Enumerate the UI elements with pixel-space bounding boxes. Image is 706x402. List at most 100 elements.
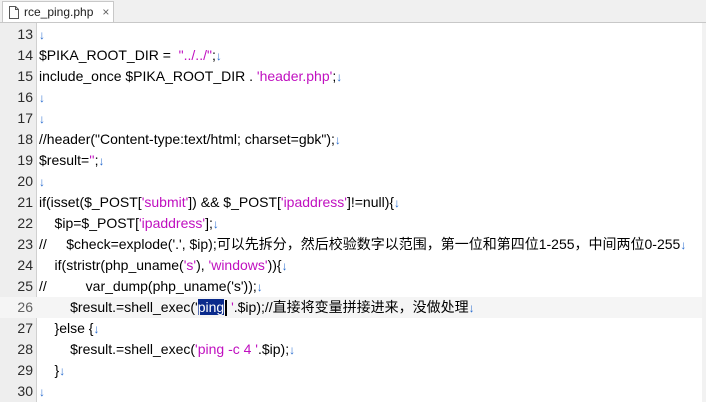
- code-token: include_once $PIKA_ROOT_DIR .: [39, 67, 257, 84]
- code-line[interactable]: 21 if(isset($_POST['submit']) && $_POST['…: [0, 192, 706, 213]
- code-line[interactable]: 19 $result='';↓: [0, 150, 706, 171]
- line-number: 23: [17, 236, 33, 252]
- code-line[interactable]: 23 // $check=explode('.', $ip);可以先拆分，然后校验…: [0, 234, 706, 255]
- code-line[interactable]: 25 // var_dump(php_uname('s'));↓: [0, 276, 706, 297]
- file-icon: [9, 5, 19, 19]
- code-line[interactable]: 29 }↓: [0, 360, 706, 381]
- code-text: ↓: [39, 24, 45, 46]
- code-token: 'ping -c 4 ': [195, 340, 258, 357]
- eol-marker-icon: ↓: [215, 48, 222, 63]
- code-line[interactable]: 24 if(stristr(php_uname('s'), 'windows')…: [0, 255, 706, 276]
- line-number: 24: [17, 257, 33, 273]
- code-text: $result.=shell_exec('ping -c 4 '.$ip);↓: [39, 339, 295, 361]
- code-token: // $check=explode('.', $ip);可以先拆分，然后校验数字…: [39, 235, 681, 252]
- code-text: if(isset($_POST['submit']) && $_POST['ip…: [39, 192, 400, 214]
- code-text: }↓: [39, 360, 66, 382]
- code-line[interactable]: 14 $PIKA_ROOT_DIR = "../../";↓: [0, 45, 706, 66]
- eol-marker-icon: ↓: [39, 90, 45, 105]
- code-token: 'ipaddress': [139, 214, 206, 231]
- eol-marker-icon: ↓: [289, 342, 296, 357]
- code-token: 's': [183, 256, 197, 273]
- code-token: $result.=shell_exec(: [39, 340, 196, 357]
- eol-marker-icon: ↓: [39, 174, 45, 189]
- code-line[interactable]: 27 }else {↓: [0, 318, 706, 339]
- code-token: 'submit': [141, 193, 189, 210]
- code-token: .$ip);//直接将变量拼接进来，没做处理: [233, 298, 469, 315]
- line-number: 27: [17, 320, 33, 336]
- line-number: 17: [17, 110, 33, 126]
- code-line[interactable]: 17 ↓: [0, 108, 706, 129]
- code-text: $ip=$_POST['ipaddress'];↓: [39, 213, 219, 235]
- code-text: $PIKA_ROOT_DIR = "../../";↓: [39, 45, 222, 67]
- code-text: //header("Content-type:text/html; charse…: [39, 129, 341, 151]
- code-token: ),: [196, 256, 209, 273]
- eol-marker-icon: ↓: [334, 132, 341, 147]
- code-text: include_once $PIKA_ROOT_DIR . 'header.ph…: [39, 66, 342, 88]
- line-number: 19: [17, 152, 33, 168]
- tab-bar: rce_ping.php ×: [0, 0, 706, 23]
- code-line[interactable]: 16 ↓: [0, 87, 706, 108]
- line-number: 15: [17, 68, 33, 84]
- code-token: .$ip);: [257, 340, 290, 357]
- code-token: $PIKA_ROOT_DIR =: [39, 46, 179, 63]
- code-line[interactable]: 28 $result.=shell_exec('ping -c 4 '.$ip)…: [0, 339, 706, 360]
- code-line[interactable]: 20 ↓: [0, 171, 706, 192]
- code-token: }else {: [39, 319, 94, 336]
- code-token: )){: [267, 256, 282, 273]
- line-number: 28: [17, 341, 33, 357]
- eol-marker-icon: ↓: [336, 69, 343, 84]
- line-number: 29: [17, 362, 33, 378]
- eol-marker-icon: ↓: [212, 216, 219, 231]
- line-number: 21: [17, 194, 33, 210]
- eol-marker-icon: ↓: [680, 237, 687, 252]
- code-token: ];: [205, 214, 213, 231]
- code-line[interactable]: 13 ↓: [0, 24, 706, 45]
- eol-marker-icon: ↓: [39, 27, 45, 42]
- code-text: $result='';↓: [39, 150, 104, 172]
- code-token: 'header.php': [256, 67, 333, 84]
- eol-marker-icon: ↓: [394, 195, 401, 210]
- code-token: }: [39, 361, 60, 378]
- code-token: if(stristr(php_uname(: [39, 256, 184, 273]
- code-text: $result.=shell_exec('ping '.$ip);//直接将变量…: [39, 297, 475, 319]
- line-number: 25: [17, 278, 33, 294]
- code-token: $result=: [39, 151, 90, 168]
- line-number: 22: [17, 215, 33, 231]
- code-line[interactable]: 15 include_once $PIKA_ROOT_DIR . 'header.…: [0, 66, 706, 87]
- eol-marker-icon: ↓: [281, 258, 288, 273]
- vertical-scrollbar[interactable]: [702, 23, 706, 402]
- code-text: // $check=explode('.', $ip);可以先拆分，然后校验数字…: [39, 234, 686, 256]
- tab-rce-ping[interactable]: rce_ping.php ×: [2, 1, 114, 22]
- code-line[interactable]: 18 //header("Content-type:text/html; char…: [0, 129, 706, 150]
- code-token: //header("Content-type:text/html; charse…: [39, 130, 335, 147]
- code-text: // var_dump(php_uname('s'));↓: [39, 276, 263, 298]
- tab-label: rce_ping.php: [24, 5, 94, 19]
- code-text: ↓: [39, 381, 45, 402]
- line-number: 16: [17, 89, 33, 105]
- line-number: 30: [17, 383, 33, 399]
- code-editor[interactable]: 13 ↓ 14 $PIKA_ROOT_DIR = "../../";↓ 15 includ…: [0, 23, 706, 402]
- code-token: 'windows': [208, 256, 268, 273]
- code-line[interactable]: 22 $ip=$_POST['ipaddress'];↓: [0, 213, 706, 234]
- line-number: 18: [17, 131, 33, 147]
- eol-marker-icon: ↓: [93, 321, 100, 336]
- eol-marker-icon: ↓: [98, 153, 105, 168]
- code-text: ↓: [39, 171, 45, 193]
- code-line[interactable]: 26 $result.=shell_exec('ping '.$ip);//直接…: [0, 297, 706, 318]
- eol-marker-icon: ↓: [59, 363, 66, 378]
- code-token: ]) && $_POST[: [188, 193, 281, 210]
- line-number: 26: [17, 299, 33, 315]
- code-token: "../../": [178, 46, 212, 63]
- line-number: 14: [17, 47, 33, 63]
- eol-marker-icon: ↓: [39, 111, 45, 126]
- close-icon[interactable]: ×: [102, 5, 109, 19]
- code-text: ↓: [39, 87, 45, 109]
- code-line[interactable]: 30 ↓: [0, 381, 706, 402]
- code-token: if(isset($_POST[: [39, 193, 142, 210]
- line-number: 13: [17, 26, 33, 42]
- code-token: $result.=shell_exec(: [39, 298, 196, 315]
- eol-marker-icon: ↓: [39, 384, 45, 399]
- code-token: 'ipaddress': [280, 193, 347, 210]
- code-token: ]!=null){: [346, 193, 395, 210]
- code-text: ↓: [39, 108, 45, 130]
